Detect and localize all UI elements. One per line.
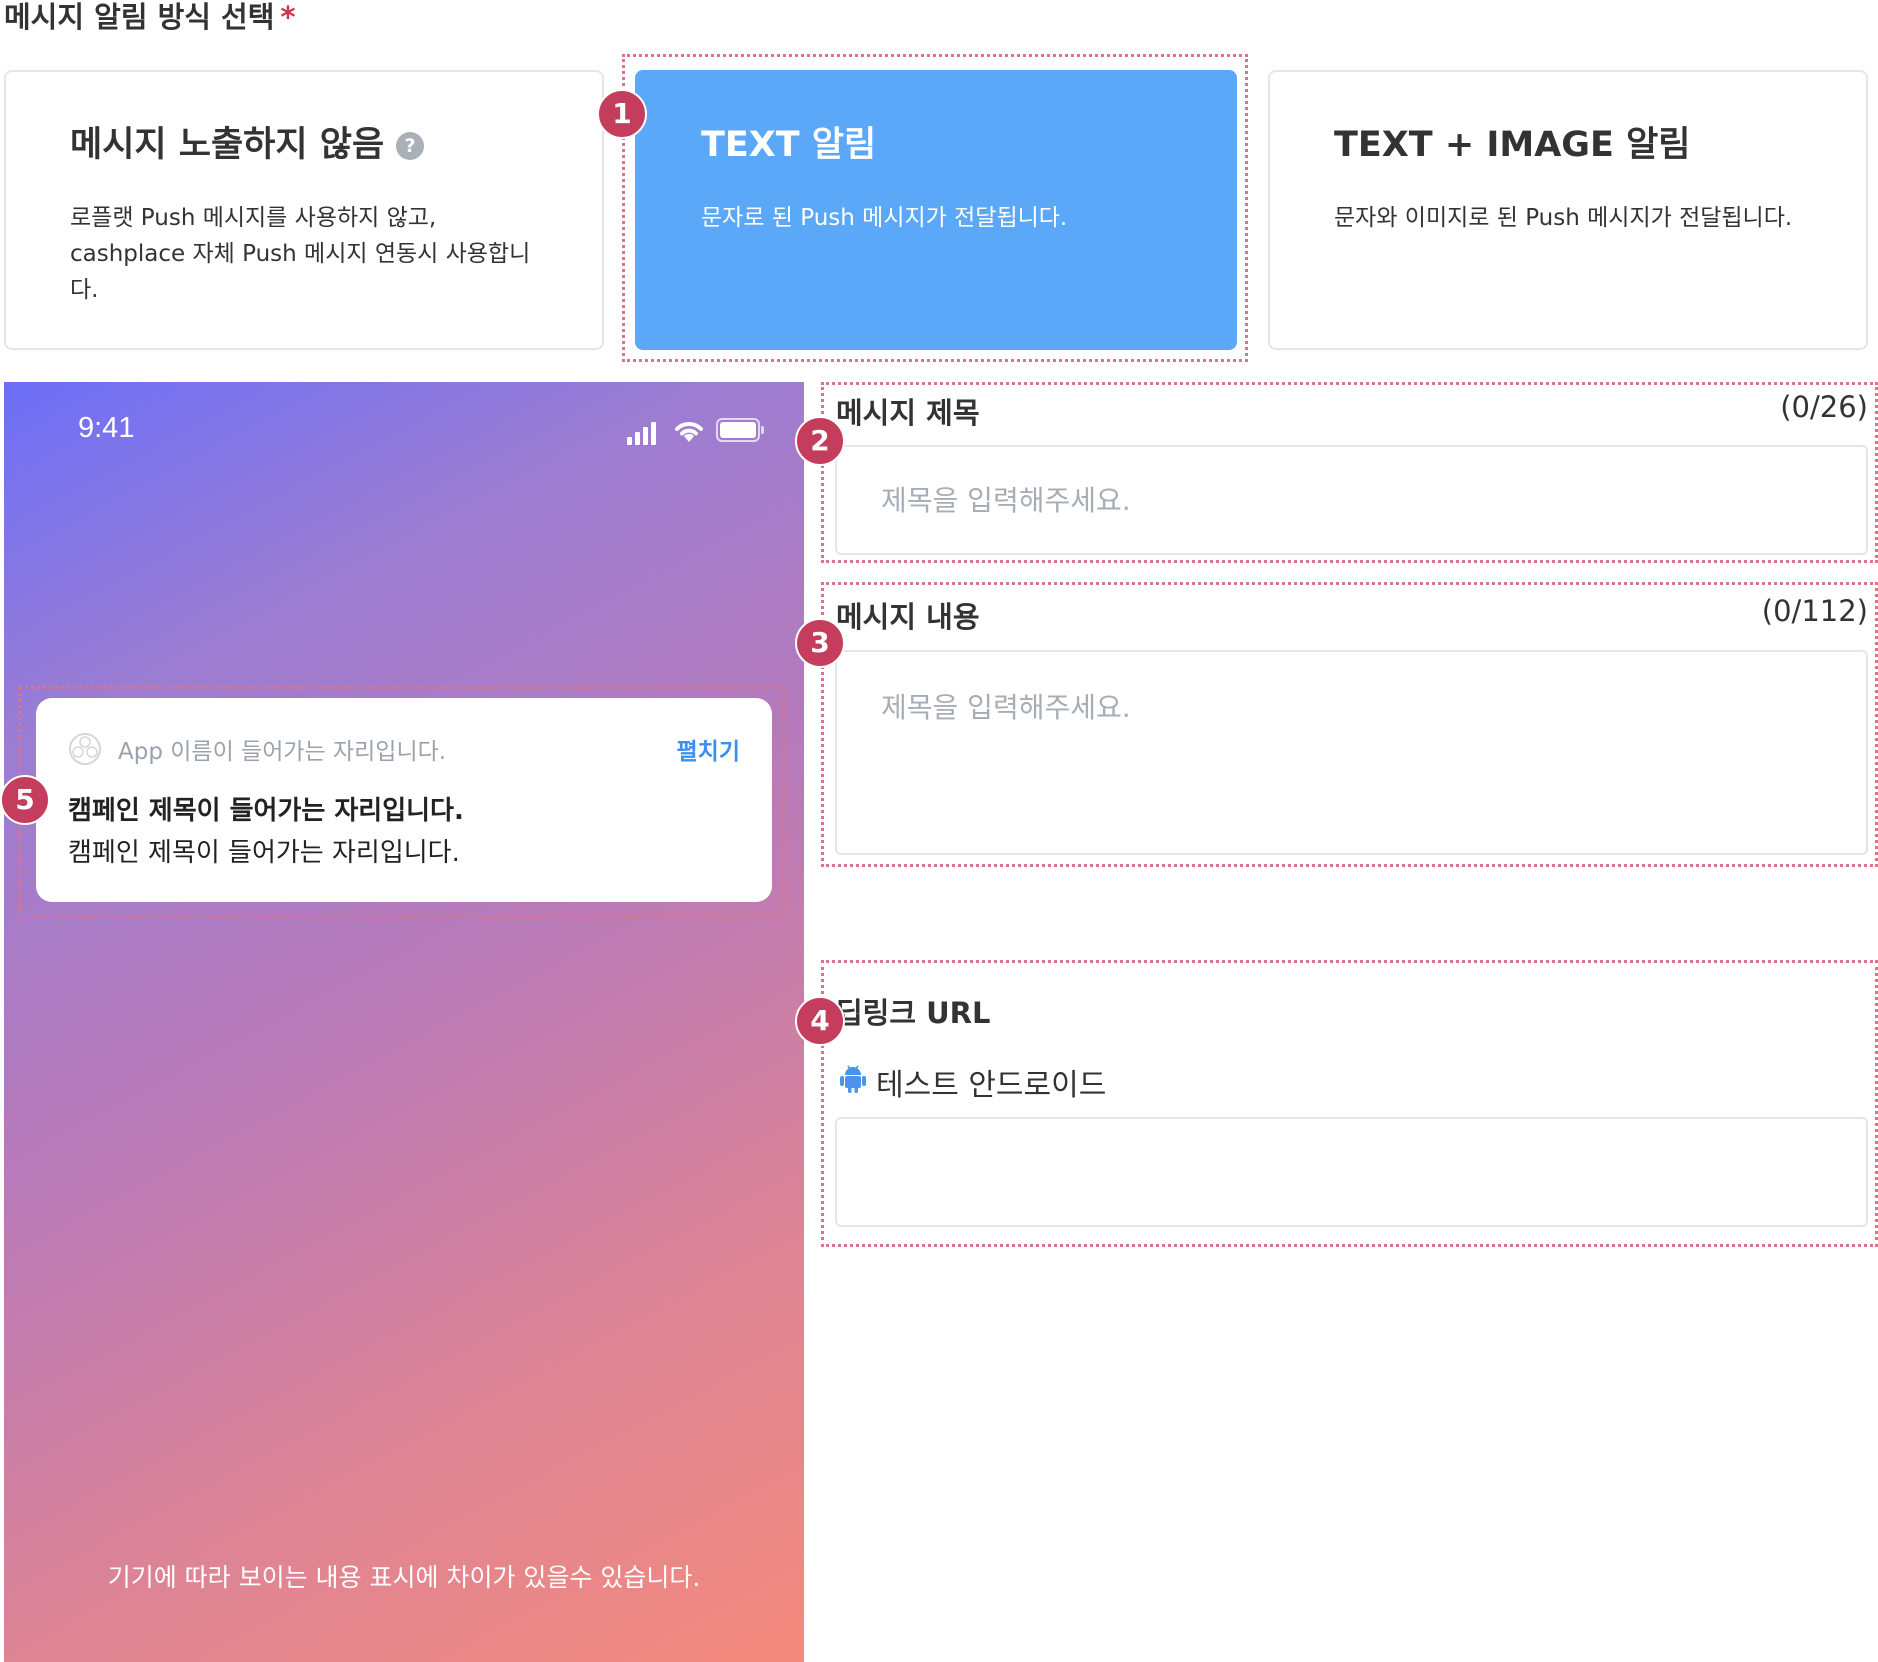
battery-icon bbox=[716, 418, 764, 442]
android-icon bbox=[840, 1065, 866, 1093]
option-title: 메시지 노출하지 않음? bbox=[70, 124, 425, 166]
option-description: 문자와 이미지로 된 Push 메시지가 전달됩니다. bbox=[1334, 205, 1793, 231]
message-content-textarea[interactable] bbox=[835, 650, 1868, 855]
phone-footer-note: 기기에 따라 보이는 내용 표시에 차이가 있을수 있습니다. bbox=[107, 1563, 701, 1592]
option-title-text: 메시지 노출하지 않음 bbox=[70, 125, 385, 165]
section-title-text: 메시지 알림 방식 선택 bbox=[4, 0, 275, 34]
wifi-icon bbox=[675, 422, 703, 442]
message-title-label: 메시지 제목 bbox=[836, 396, 980, 430]
cellular-signal-icon bbox=[627, 422, 656, 445]
message-title-counter: (0/26) bbox=[1780, 390, 1868, 424]
annotation-badge: 1 bbox=[597, 89, 647, 139]
deeplink-label: 딥링크 URL bbox=[836, 996, 991, 1030]
annotation-badge: 2 bbox=[795, 416, 845, 466]
phone-preview: 9:41 App 이름이 들어가는 자리입니다. 펼치기 캠페인 제목이 들어가… bbox=[4, 382, 804, 1662]
annotation-badge: 3 bbox=[795, 618, 845, 668]
annotation-outline bbox=[622, 54, 1248, 362]
android-platform-label: 테스트 안드로이드 bbox=[876, 1068, 1107, 1103]
section-title: 메시지 알림 방식 선택 * bbox=[4, 0, 296, 34]
annotation-outline bbox=[18, 686, 785, 918]
status-time: 9:41 bbox=[78, 412, 135, 444]
message-title-input[interactable] bbox=[835, 445, 1868, 555]
option-title: TEXT + IMAGE 알림 bbox=[1334, 125, 1691, 165]
option-description: 로플랫 Push 메시지를 사용하지 않고, cashplace 자체 Push… bbox=[70, 205, 531, 303]
required-mark: * bbox=[280, 0, 296, 34]
message-content-label: 메시지 내용 bbox=[836, 600, 980, 634]
message-content-counter: (0/112) bbox=[1761, 594, 1868, 628]
annotation-badge: 4 bbox=[795, 996, 845, 1046]
annotation-badge: 5 bbox=[0, 775, 50, 825]
option-card-text-image[interactable]: TEXT + IMAGE 알림 문자와 이미지로 된 Push 메시지가 전달됩… bbox=[1268, 70, 1868, 350]
option-card-no-message[interactable]: 메시지 노출하지 않음? 로플랫 Push 메시지를 사용하지 않고, cash… bbox=[4, 70, 604, 350]
help-icon[interactable]: ? bbox=[396, 132, 425, 160]
deeplink-android-input[interactable] bbox=[835, 1117, 1868, 1227]
